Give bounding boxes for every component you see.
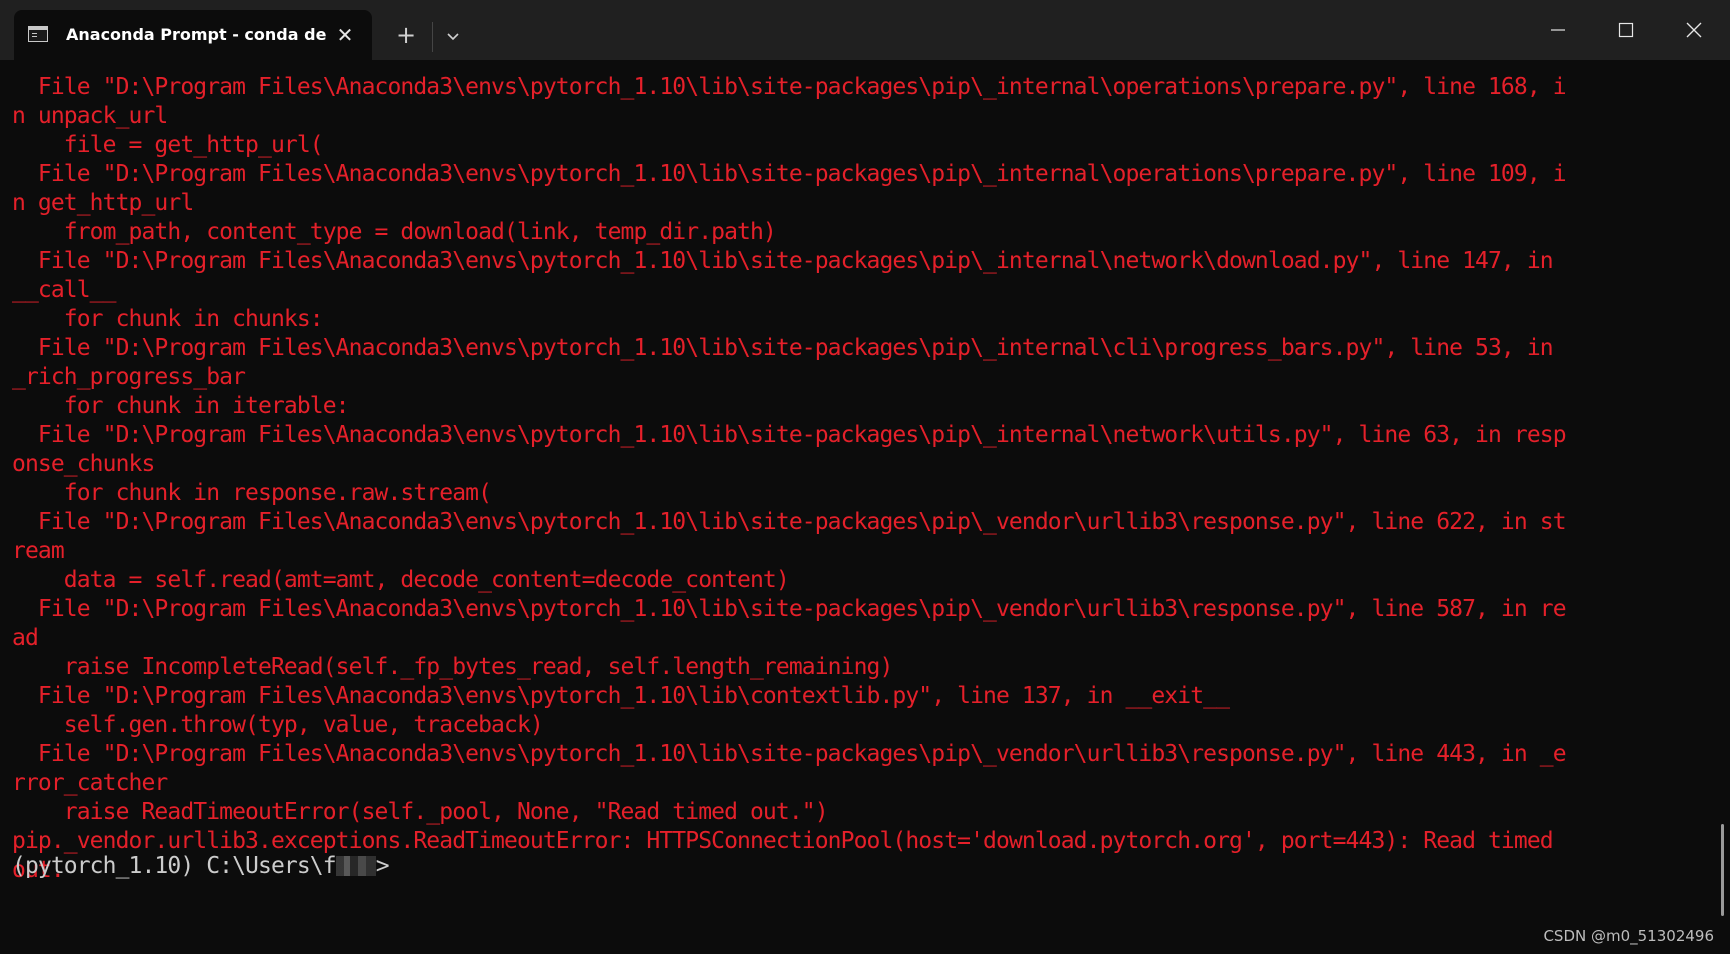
console-line: onse_chunks	[12, 451, 155, 477]
console-line: for chunk in chunks:	[12, 306, 324, 332]
close-icon	[1686, 22, 1702, 38]
redacted-username	[335, 856, 376, 876]
console-line: File "D:\Program Files\Anaconda3\envs\py…	[12, 335, 1554, 361]
console-line: for chunk in iterable:	[12, 393, 350, 419]
console-line: data = self.read(amt=amt, decode_content…	[12, 567, 790, 593]
console-line: File "D:\Program Files\Anaconda3\envs\py…	[12, 422, 1567, 448]
command-prompt[interactable]: (pytorch_1.10) C:\Users\f >	[12, 852, 390, 881]
console-line: File "D:\Program Files\Anaconda3\envs\py…	[12, 74, 1567, 100]
plus-icon[interactable]: +	[392, 22, 420, 50]
prompt-suffix: >	[375, 853, 390, 879]
console-line: n get_http_url	[12, 190, 194, 216]
console-line: raise ReadTimeoutError(self._pool, None,…	[12, 799, 829, 825]
scrollbar-thumb[interactable]	[1721, 824, 1724, 916]
minimize-button[interactable]	[1524, 0, 1592, 60]
console-line: raise IncompleteRead(self._fp_bytes_read…	[12, 654, 894, 680]
console-output: File "D:\Program Files\Anaconda3\envs\py…	[12, 73, 1702, 885]
console-line: ream	[12, 538, 65, 564]
minimize-icon	[1551, 29, 1565, 31]
console-line: File "D:\Program Files\Anaconda3\envs\py…	[12, 509, 1567, 535]
console-line: _rich_progress_bar	[12, 364, 246, 390]
console-line: __call__	[12, 277, 116, 303]
maximize-button[interactable]	[1592, 0, 1660, 60]
console-line: for chunk in response.raw.stream(	[12, 480, 492, 506]
chevron-down-icon[interactable]	[440, 22, 466, 50]
maximize-icon	[1618, 22, 1634, 38]
watermark: CSDN @m0_51302496	[1543, 927, 1714, 945]
close-window-button[interactable]	[1660, 0, 1728, 60]
tab-anaconda-prompt[interactable]: Anaconda Prompt - conda de ✕	[14, 10, 372, 60]
console-line: n unpack_url	[12, 103, 168, 129]
terminal-output-area[interactable]: File "D:\Program Files\Anaconda3\envs\py…	[0, 60, 1730, 954]
close-icon[interactable]: ✕	[332, 22, 358, 48]
prompt-username-visible: f	[322, 853, 337, 879]
console-line: File "D:\Program Files\Anaconda3\envs\py…	[12, 683, 1230, 709]
console-line: File "D:\Program Files\Anaconda3\envs\py…	[12, 741, 1567, 767]
console-line: rror_catcher	[12, 770, 168, 796]
console-line: self.gen.throw(typ, value, traceback)	[12, 712, 544, 738]
terminal-icon	[28, 26, 48, 42]
console-line: ad	[12, 625, 39, 651]
console-line: from_path, content_type = download(link,…	[12, 219, 777, 245]
console-line: File "D:\Program Files\Anaconda3\envs\py…	[12, 596, 1567, 622]
console-line: File "D:\Program Files\Anaconda3\envs\py…	[12, 248, 1554, 274]
console-line: File "D:\Program Files\Anaconda3\envs\py…	[12, 161, 1567, 187]
title-bar: Anaconda Prompt - conda de ✕ +	[0, 0, 1730, 60]
console-line: file = get_http_url(	[12, 132, 324, 158]
prompt-prefix: (pytorch_1.10) C:\Users\	[12, 853, 324, 879]
tab-title: Anaconda Prompt - conda de	[66, 25, 327, 44]
tab-separator	[432, 22, 433, 52]
terminal-window: Anaconda Prompt - conda de ✕ + File "D:\…	[0, 0, 1730, 954]
